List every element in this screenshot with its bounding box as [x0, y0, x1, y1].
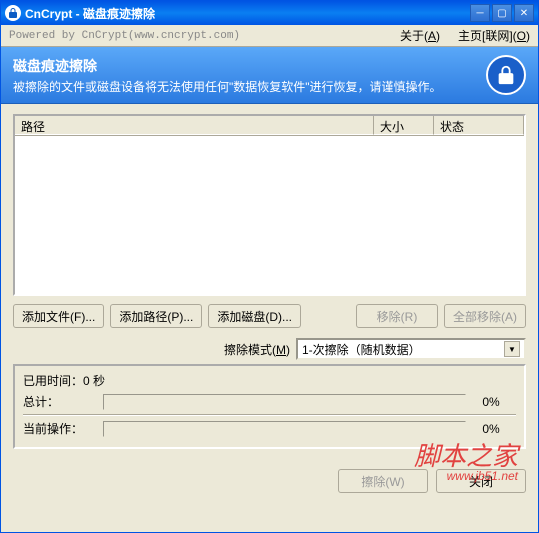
wipe-button[interactable]: 擦除(W)	[338, 469, 428, 493]
window-buttons: ─ ▢ ✕	[470, 4, 534, 22]
elapsed-time: 已用时间：0 秒	[23, 372, 516, 389]
remove-button[interactable]: 移除(R)	[356, 304, 438, 328]
home-menu[interactable]: 主页[联网](O)	[458, 27, 530, 44]
add-path-button[interactable]: 添加路径(P)...	[110, 304, 202, 328]
current-progress	[103, 421, 466, 437]
list-body[interactable]	[15, 136, 524, 296]
window-title: CnCrypt - 磁盘痕迹擦除	[25, 5, 470, 22]
maximize-button[interactable]: ▢	[492, 4, 512, 22]
current-pct: 0%	[466, 422, 516, 436]
banner: 磁盘痕迹擦除 被擦除的文件或磁盘设备将无法使用任何"数据恢复软件"进行恢复，请谨…	[1, 47, 538, 104]
banner-sub: 被擦除的文件或磁盘设备将无法使用任何"数据恢复软件"进行恢复，请谨慎操作。	[13, 78, 486, 95]
spacer	[307, 304, 350, 328]
add-file-button[interactable]: 添加文件(F)...	[13, 304, 104, 328]
about-menu[interactable]: 关于(A)	[400, 27, 440, 44]
col-size[interactable]: 大小	[374, 116, 434, 135]
chevron-down-icon: ▼	[504, 341, 520, 357]
mode-value: 1-次擦除（随机数据）	[302, 341, 421, 358]
current-label: 当前操作：	[23, 420, 103, 437]
mode-row: 擦除模式(M) 1-次擦除（随机数据） ▼	[13, 338, 526, 360]
total-pct: 0%	[466, 395, 516, 409]
mode-select[interactable]: 1-次擦除（随机数据） ▼	[296, 338, 526, 360]
content-area: 路径 大小 状态 添加文件(F)... 添加路径(P)... 添加磁盘(D)..…	[1, 104, 538, 465]
divider	[23, 414, 516, 416]
toolbar: Powered by CnCrypt(www.cncrypt.com) 关于(A…	[1, 25, 538, 47]
powered-by-text: Powered by CnCrypt(www.cncrypt.com)	[9, 30, 382, 42]
total-row: 总计： 0%	[23, 393, 516, 410]
app-icon	[5, 5, 21, 21]
add-disk-button[interactable]: 添加磁盘(D)...	[208, 304, 301, 328]
col-status[interactable]: 状态	[434, 116, 524, 135]
lock-icon	[486, 55, 526, 95]
status-box: 已用时间：0 秒 总计： 0% 当前操作： 0%	[13, 364, 526, 449]
list-header: 路径 大小 状态	[15, 116, 524, 136]
button-row: 添加文件(F)... 添加路径(P)... 添加磁盘(D)... 移除(R) 全…	[13, 304, 526, 328]
col-path[interactable]: 路径	[15, 116, 374, 135]
footer: 擦除(W) 关闭	[1, 465, 538, 501]
titlebar: CnCrypt - 磁盘痕迹擦除 ─ ▢ ✕	[1, 1, 538, 25]
current-row: 当前操作： 0%	[23, 420, 516, 437]
banner-text: 磁盘痕迹擦除 被擦除的文件或磁盘设备将无法使用任何"数据恢复软件"进行恢复，请谨…	[13, 56, 486, 95]
banner-heading: 磁盘痕迹擦除	[13, 56, 486, 76]
total-label: 总计：	[23, 393, 103, 410]
close-footer-button[interactable]: 关闭	[436, 469, 526, 493]
file-list[interactable]: 路径 大小 状态	[13, 114, 526, 296]
total-progress	[103, 394, 466, 410]
mode-label: 擦除模式(M)	[224, 341, 290, 358]
minimize-button[interactable]: ─	[470, 4, 490, 22]
close-button[interactable]: ✕	[514, 4, 534, 22]
remove-all-button[interactable]: 全部移除(A)	[444, 304, 526, 328]
app-window: CnCrypt - 磁盘痕迹擦除 ─ ▢ ✕ Powered by CnCryp…	[0, 0, 539, 533]
